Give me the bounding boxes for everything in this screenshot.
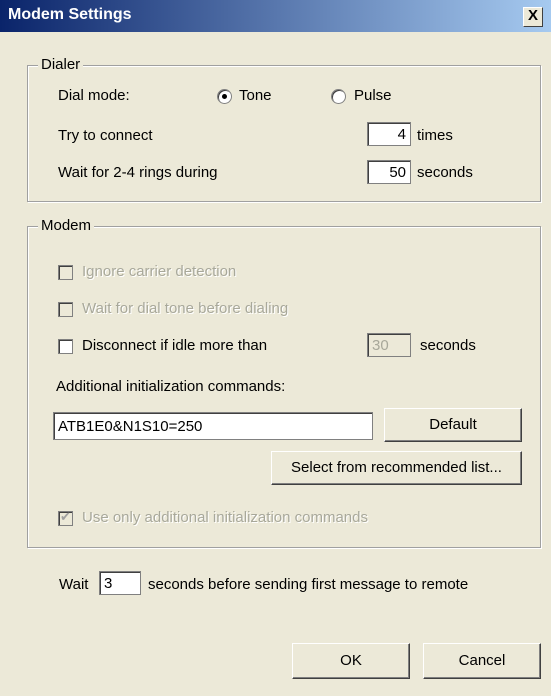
wait-prefix-label: Wait xyxy=(59,576,89,593)
disconnect-idle-unit: seconds xyxy=(420,337,476,354)
close-button[interactable]: X xyxy=(523,7,543,27)
wait-rings-label: Wait for 2-4 rings during xyxy=(58,164,218,181)
wait-rings-input[interactable]: 50 xyxy=(367,160,411,184)
ignore-carrier-checkbox xyxy=(58,265,73,280)
dialer-group-label: Dialer xyxy=(38,56,84,73)
pulse-radio[interactable] xyxy=(331,89,346,104)
close-icon: X xyxy=(527,7,538,24)
window-title: Modem Settings xyxy=(8,6,132,23)
wait-rings-unit: seconds xyxy=(417,164,473,181)
additional-init-label: Additional initialization commands: xyxy=(56,378,286,395)
try-connect-label: Try to connect xyxy=(58,127,153,144)
ok-button[interactable]: OK xyxy=(292,643,410,679)
tone-radio[interactable] xyxy=(217,89,232,104)
default-button[interactable]: Default xyxy=(384,408,522,442)
init-command-input[interactable]: ATB1E0&N1S10=250 xyxy=(53,412,373,440)
dial-mode-label: Dial mode: xyxy=(58,87,130,104)
try-connect-input[interactable]: 4 xyxy=(367,122,411,146)
wait-dial-tone-checkbox xyxy=(58,302,73,317)
wait-suffix-label: seconds before sending first message to … xyxy=(148,576,469,593)
modem-group-label: Modem xyxy=(38,217,95,234)
select-recommended-button[interactable]: Select from recommended list... xyxy=(271,451,522,485)
disconnect-idle-checkbox[interactable] xyxy=(58,339,73,354)
pulse-label[interactable]: Pulse xyxy=(354,87,392,104)
disconnect-idle-label[interactable]: Disconnect if idle more than xyxy=(82,337,267,354)
ignore-carrier-label: Ignore carrier detection xyxy=(82,263,237,280)
wait-seconds-input[interactable]: 3 xyxy=(99,571,141,595)
title-bar: Modem Settings X xyxy=(0,0,551,32)
tone-label[interactable]: Tone xyxy=(239,87,272,104)
wait-dial-tone-label: Wait for dial tone before dialing xyxy=(82,300,289,317)
cancel-button[interactable]: Cancel xyxy=(423,643,541,679)
try-connect-unit: times xyxy=(417,127,453,144)
disconnect-idle-input: 30 xyxy=(367,333,411,357)
use-only-additional-checkbox xyxy=(58,509,73,526)
use-only-additional-label: Use only additional initialization comma… xyxy=(82,509,368,526)
